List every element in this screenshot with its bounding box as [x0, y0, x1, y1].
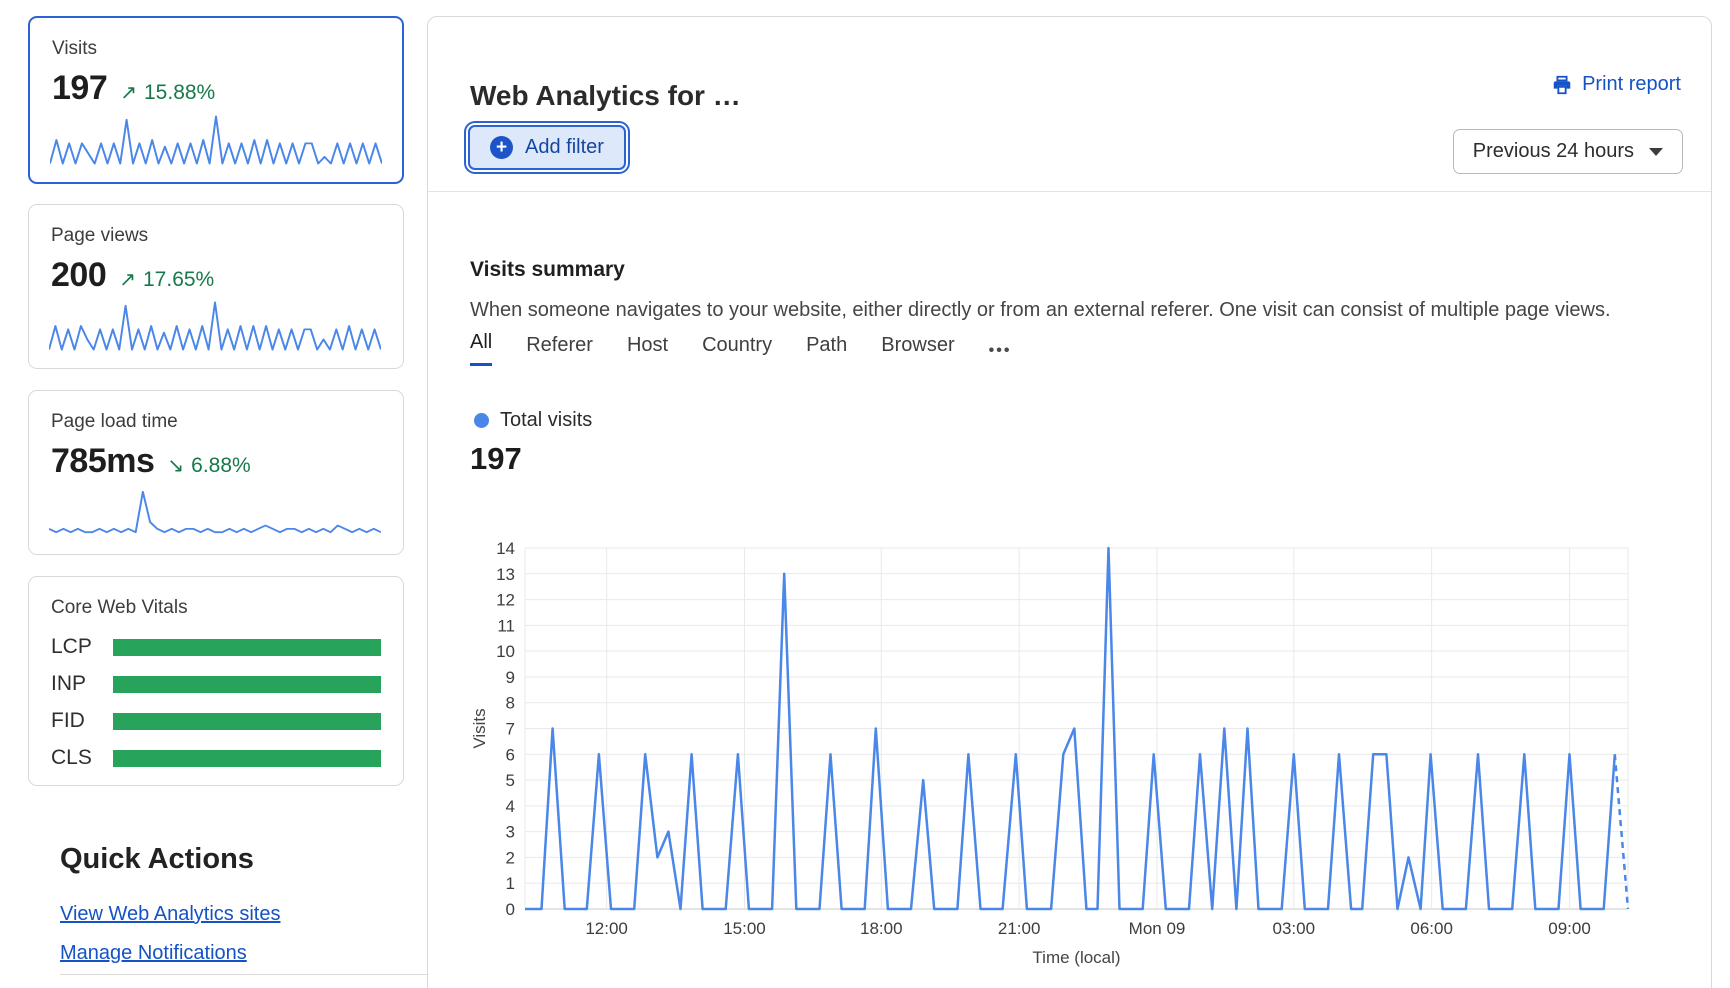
vital-score-bar	[113, 750, 381, 767]
tab-all[interactable]: All	[470, 331, 492, 366]
svg-text:0: 0	[506, 900, 515, 919]
sparkline-chart	[50, 111, 382, 169]
metric-value: 200	[51, 256, 106, 295]
chevron-down-icon	[1649, 148, 1663, 156]
svg-text:7: 7	[506, 720, 515, 739]
vital-row-inp: INP	[51, 672, 381, 696]
trend-up-icon: ↗	[120, 80, 137, 105]
analytics-panel: Web Analytics for … Print report + Add f…	[427, 16, 1712, 988]
print-report-label: Print report	[1582, 73, 1681, 96]
sparkline-chart	[49, 483, 381, 541]
y-axis-title: Visits	[470, 708, 489, 748]
trend-percent: 17.65%	[143, 268, 214, 292]
svg-text:12:00: 12:00	[585, 919, 628, 938]
svg-text:11: 11	[497, 616, 515, 635]
tabs-more-icon[interactable]: •••	[989, 342, 1012, 366]
visits-line-chart: 0123456789101112131412:0015:0018:0021:00…	[461, 481, 1701, 988]
chart-axis-labels: 0123456789101112131412:0015:0018:0021:00…	[470, 539, 1591, 967]
print-report-button[interactable]: Print report	[1551, 73, 1681, 96]
svg-text:03:00: 03:00	[1273, 919, 1316, 938]
metric-card-page-load-time[interactable]: Page load time 785ms ↘ 6.88%	[28, 390, 404, 555]
trend-percent: 6.88%	[191, 454, 251, 478]
time-range-value: Previous 24 hours	[1473, 140, 1634, 163]
summary-tabs: All Referer Host Country Path Browser •••	[470, 331, 1011, 366]
vital-score-bar	[113, 639, 381, 656]
svg-text:15:00: 15:00	[723, 919, 766, 938]
web-analytics-page: Visits 197 ↗15.88% Page views 200 ↗17.65…	[0, 0, 1730, 988]
card-title: Visits	[52, 38, 380, 60]
add-filter-button[interactable]: + Add filter	[468, 125, 626, 170]
metric-card-visits[interactable]: Visits 197 ↗ 15.88%	[28, 16, 404, 184]
metric-value: 785ms	[51, 442, 154, 481]
vital-row-fid: FID	[51, 709, 381, 733]
plus-circle-icon: +	[490, 136, 513, 159]
svg-text:3: 3	[506, 823, 515, 842]
legend-dot-icon	[474, 413, 489, 428]
legend-label: Total visits	[500, 409, 592, 432]
tab-host[interactable]: Host	[627, 334, 668, 366]
vital-row-lcp: LCP	[51, 635, 381, 659]
header-divider	[428, 191, 1711, 192]
section-title: Visits summary	[470, 258, 625, 282]
printer-icon	[1551, 74, 1573, 96]
view-web-analytics-sites-link[interactable]: View Web Analytics sites	[60, 903, 280, 926]
vital-score-bar	[113, 713, 381, 730]
svg-text:9: 9	[506, 668, 515, 687]
total-visits-value: 197	[470, 441, 522, 477]
vital-label: FID	[51, 709, 113, 733]
quick-actions-title: Quick Actions	[60, 843, 254, 876]
section-description: When someone navigates to your website, …	[470, 299, 1611, 322]
vital-score-bar	[113, 676, 381, 693]
trend-badge: ↗ 17.65%	[119, 267, 214, 292]
svg-text:6: 6	[506, 745, 515, 764]
tab-path[interactable]: Path	[806, 334, 847, 366]
svg-text:09:00: 09:00	[1548, 919, 1591, 938]
svg-text:8: 8	[506, 694, 515, 713]
metric-card-core-web-vitals[interactable]: Core Web Vitals LCP INP FID CLS	[28, 576, 404, 786]
svg-text:Mon 09: Mon 09	[1129, 919, 1186, 938]
card-title: Page views	[51, 225, 381, 247]
tab-country[interactable]: Country	[702, 334, 772, 366]
trend-percent: 15.88%	[144, 81, 215, 105]
add-filter-label: Add filter	[525, 136, 604, 159]
metric-value: 197	[52, 69, 107, 108]
trend-badge: ↗ 15.88%	[120, 80, 215, 105]
metrics-sidebar: Visits 197 ↗ 15.88% Page views 200 ↗ 17.65…	[28, 0, 404, 988]
svg-text:10: 10	[496, 642, 515, 661]
legend-total-visits[interactable]: Total visits	[474, 409, 592, 432]
vital-label: INP	[51, 672, 113, 696]
vital-row-cls: CLS	[51, 746, 381, 770]
svg-text:14: 14	[496, 539, 515, 558]
vital-label: LCP	[51, 635, 113, 659]
core-web-vitals-rows: LCP INP FID CLS	[51, 635, 381, 770]
svg-text:1: 1	[506, 874, 515, 893]
page-title: Web Analytics for …	[470, 80, 741, 112]
svg-text:18:00: 18:00	[860, 919, 903, 938]
svg-text:5: 5	[506, 771, 515, 790]
tab-referer[interactable]: Referer	[526, 334, 593, 366]
card-title: Page load time	[51, 411, 381, 433]
manage-notifications-link[interactable]: Manage Notifications	[60, 942, 247, 965]
svg-text:06:00: 06:00	[1410, 919, 1453, 938]
sidebar-divider	[60, 974, 432, 975]
trend-up-icon: ↗	[119, 267, 136, 292]
chart-gridlines	[525, 548, 1628, 909]
svg-text:4: 4	[506, 797, 515, 816]
trend-badge: ↘ 6.88%	[167, 453, 250, 478]
svg-text:2: 2	[506, 848, 515, 867]
svg-text:21:00: 21:00	[998, 919, 1041, 938]
trend-down-icon: ↘	[167, 453, 184, 478]
time-range-dropdown[interactable]: Previous 24 hours	[1453, 129, 1683, 174]
svg-text:12: 12	[496, 591, 515, 610]
metric-card-page-views[interactable]: Page views 200 ↗ 17.65%	[28, 204, 404, 369]
vital-label: CLS	[51, 746, 113, 770]
tab-browser[interactable]: Browser	[881, 334, 954, 366]
card-title: Core Web Vitals	[51, 597, 381, 619]
x-axis-title: Time (local)	[1032, 948, 1120, 967]
sparkline-chart	[49, 297, 381, 355]
svg-text:13: 13	[496, 565, 515, 584]
